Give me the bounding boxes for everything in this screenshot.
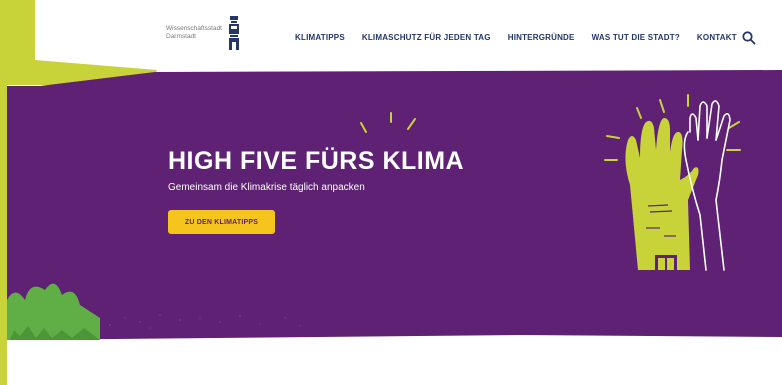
- nav-item-hintergruende[interactable]: HINTERGRÜNDE: [508, 33, 575, 42]
- city-crest-icon: [229, 16, 239, 50]
- nav-item-klimatipps[interactable]: KLIMATIPPS: [295, 33, 345, 42]
- nav-item-klimaschutz[interactable]: KLIMASCHUTZ FÜR JEDEN TAG: [362, 33, 491, 42]
- hero-title: HIGH FIVE FÜRS KLIMA: [168, 147, 465, 175]
- logo-text: Wissenschaftsstadt Darmstadt: [166, 25, 222, 41]
- logo-line-1: Wissenschaftsstadt: [166, 25, 222, 32]
- site-logo[interactable]: Wissenschaftsstadt Darmstadt: [166, 16, 240, 50]
- hero-content: HIGH FIVE FÜRS KLIMA Gemeinsam die Klima…: [168, 146, 464, 193]
- nav-item-was-tut-die-stadt[interactable]: WAS TUT DIE STADT?: [592, 33, 680, 42]
- nav-item-kontakt[interactable]: KONTAKT: [697, 33, 737, 42]
- white-outline-hand: [683, 100, 731, 271]
- site-header: Wissenschaftsstadt Darmstadt KLIMATIPPS …: [0, 0, 782, 78]
- hero-subtitle: Gemeinsam die Klimakrise täglich anpacke…: [168, 182, 365, 193]
- bush-decoration: [7, 283, 100, 340]
- search-icon[interactable]: [742, 31, 756, 45]
- main-nav: KLIMATIPPS KLIMASCHUTZ FÜR JEDEN TAG HIN…: [295, 33, 754, 42]
- cta-button[interactable]: ZU DEN KLIMATIPPS: [168, 210, 275, 234]
- lime-glove-hand: [625, 118, 699, 270]
- logo-line-2: Darmstadt: [166, 33, 196, 40]
